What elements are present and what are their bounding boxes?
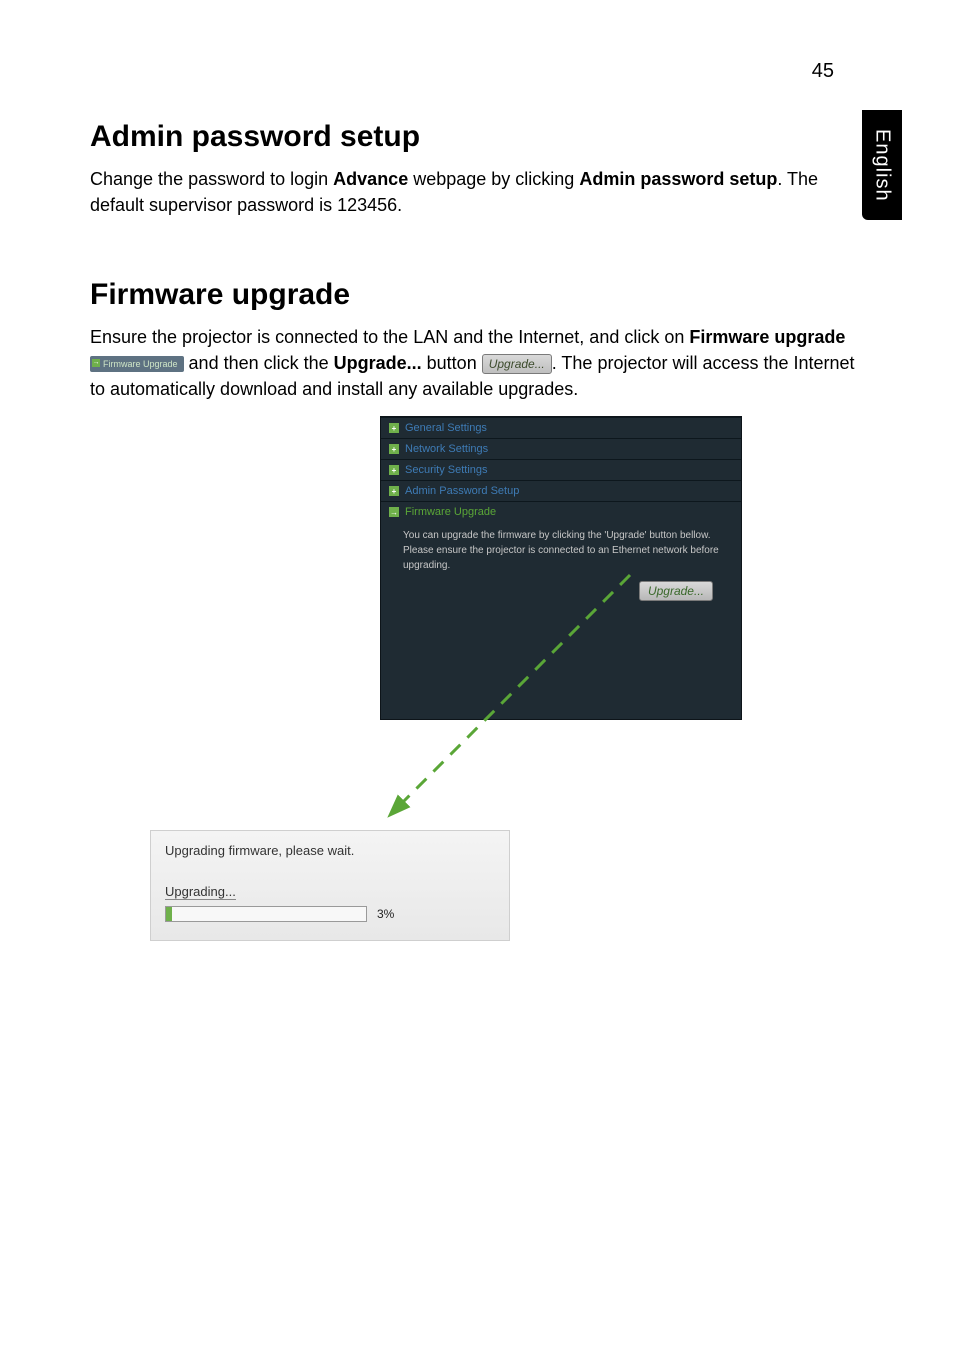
firmware-upgrade-paragraph: Ensure the projector is connected to the…	[90, 324, 864, 402]
upgrade-button[interactable]: Upgrade...	[639, 581, 713, 601]
plus-icon: +	[389, 465, 399, 475]
plus-icon: +	[389, 486, 399, 496]
firmware-upgrade-chip: →Firmware Upgrade	[90, 356, 184, 372]
accordion-item-general[interactable]: + General Settings	[381, 417, 741, 438]
accordion-label: General Settings	[405, 422, 487, 434]
upgrade-phase-text: Upgrading...	[165, 884, 236, 900]
arrow-icon: →	[389, 507, 399, 517]
arrow-icon: →	[92, 359, 100, 367]
text: and then click the	[189, 353, 334, 373]
language-tab: English	[862, 110, 902, 220]
admin-password-heading: Admin password setup	[90, 120, 864, 154]
accordion-label: Admin Password Setup	[405, 485, 519, 497]
text: button	[422, 353, 482, 373]
accordion-label: Security Settings	[405, 464, 488, 476]
accordion-item-admin-password[interactable]: + Admin Password Setup	[381, 480, 741, 501]
accordion-label: Firmware Upgrade	[405, 506, 496, 518]
accordion-item-firmware-upgrade[interactable]: → Firmware Upgrade	[381, 501, 741, 522]
accordion-item-security[interactable]: + Security Settings	[381, 459, 741, 480]
body-text-line2: Please ensure the projector is connected…	[403, 543, 725, 573]
bold-text: Firmware upgrade	[689, 327, 845, 347]
settings-panel: + General Settings + Network Settings + …	[380, 416, 742, 720]
plus-icon: +	[389, 423, 399, 433]
bold-text: Admin password setup	[579, 169, 777, 189]
body-text-line1: You can upgrade the firmware by clicking…	[403, 528, 725, 543]
progress-percent: 3%	[377, 907, 394, 921]
upgrade-progress-panel: Upgrading firmware, please wait. Upgradi…	[150, 830, 510, 941]
accordion-item-network[interactable]: + Network Settings	[381, 438, 741, 459]
accordion-label: Network Settings	[405, 443, 488, 455]
progress-fill	[166, 907, 172, 921]
plus-icon: +	[389, 444, 399, 454]
firmware-upgrade-heading: Firmware upgrade	[90, 278, 864, 312]
upgrade-status-text: Upgrading firmware, please wait.	[165, 843, 495, 858]
bold-text: Advance	[333, 169, 408, 189]
upgrade-inline-button: Upgrade...	[482, 354, 552, 374]
progress-bar	[165, 906, 367, 922]
accordion-body-firmware-upgrade: You can upgrade the firmware by clicking…	[381, 522, 741, 699]
page-number: 45	[812, 60, 834, 83]
admin-password-paragraph: Change the password to login Advance web…	[90, 166, 864, 218]
bold-text: Upgrade...	[334, 353, 422, 373]
text: Change the password to login	[90, 169, 333, 189]
chip-label: Firmware Upgrade	[103, 359, 178, 369]
text: webpage by clicking	[408, 169, 579, 189]
text: Ensure the projector is connected to the…	[90, 327, 689, 347]
